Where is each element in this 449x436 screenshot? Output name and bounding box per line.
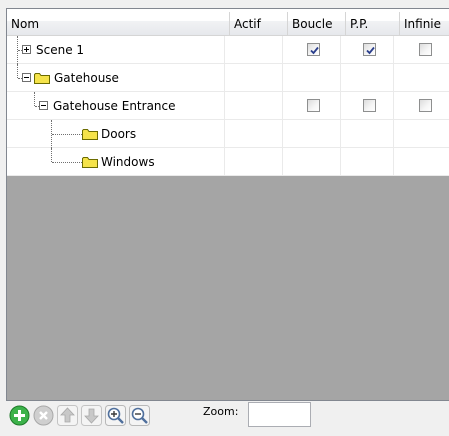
tree-item-label: Windows bbox=[101, 155, 155, 169]
tree-item-label: Doors bbox=[101, 127, 137, 141]
column-header-pp[interactable]: P.P. bbox=[346, 9, 399, 36]
arrow-down-icon[interactable] bbox=[81, 405, 102, 426]
arrow-up-icon[interactable] bbox=[57, 405, 78, 426]
checkmark-icon bbox=[310, 46, 319, 55]
tree-item-label: Scene 1 bbox=[36, 43, 85, 57]
tree-row-gatehouse-entrance[interactable]: Gatehouse Entrance bbox=[7, 92, 449, 120]
zoom-out-icon[interactable] bbox=[129, 405, 150, 426]
zoom-label: Zoom: bbox=[203, 405, 239, 418]
collapse-icon[interactable] bbox=[22, 73, 31, 82]
tree-row-windows[interactable]: Windows bbox=[7, 148, 449, 176]
expand-icon[interactable] bbox=[22, 45, 31, 54]
zoom-input[interactable] bbox=[248, 402, 311, 427]
infinie-checkbox[interactable] bbox=[419, 43, 432, 56]
add-icon[interactable] bbox=[9, 405, 30, 426]
column-header-boucle[interactable]: Boucle bbox=[288, 9, 345, 36]
tree-row-scene-1[interactable]: Scene 1 bbox=[7, 36, 449, 64]
column-header-nom[interactable]: Nom bbox=[7, 9, 229, 36]
folder-icon bbox=[82, 129, 98, 140]
folder-icon bbox=[34, 73, 50, 84]
tree-rows: Scene 1 Gatehouse Gatehouse Entrance Doo… bbox=[7, 36, 449, 176]
tree-item-label: Gatehouse Entrance bbox=[53, 99, 176, 113]
pp-checkbox[interactable] bbox=[363, 99, 376, 112]
checkmark-icon bbox=[366, 46, 375, 55]
bottom-toolbar: Zoom: bbox=[6, 401, 449, 436]
scene-tree-panel[interactable]: Nom Actif Boucle P.P. Infinie Scene 1 Ga… bbox=[6, 8, 449, 401]
column-header-infinie[interactable]: Infinie bbox=[400, 9, 449, 36]
boucle-checkbox[interactable] bbox=[307, 43, 320, 56]
tree-item-label: Gatehouse bbox=[54, 71, 119, 85]
column-header-actif[interactable]: Actif bbox=[230, 9, 287, 36]
folder-icon bbox=[82, 157, 98, 168]
boucle-checkbox[interactable] bbox=[307, 99, 320, 112]
scene-manager-window: Nom Actif Boucle P.P. Infinie Scene 1 Ga… bbox=[0, 0, 449, 436]
tree-row-gatehouse[interactable]: Gatehouse bbox=[7, 64, 449, 92]
tree-column-header: Nom Actif Boucle P.P. Infinie bbox=[7, 9, 449, 36]
delete-icon[interactable] bbox=[33, 405, 54, 426]
collapse-icon[interactable] bbox=[39, 101, 48, 110]
infinie-checkbox[interactable] bbox=[419, 99, 432, 112]
zoom-in-icon[interactable] bbox=[105, 405, 126, 426]
pp-checkbox[interactable] bbox=[363, 43, 376, 56]
tree-row-doors[interactable]: Doors bbox=[7, 120, 449, 148]
